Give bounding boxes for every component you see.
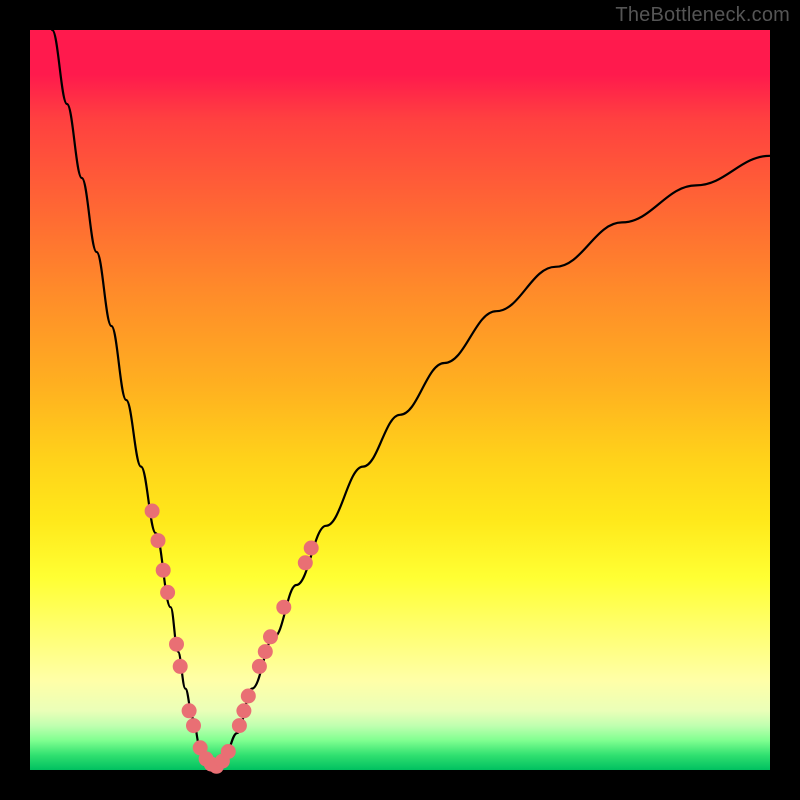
curve-marker xyxy=(160,585,175,600)
curve-marker xyxy=(298,555,313,570)
curve-marker xyxy=(156,563,171,578)
curve-marker xyxy=(145,504,160,519)
bottleneck-curve xyxy=(52,30,770,770)
curve-marker xyxy=(241,689,256,704)
chart-frame: TheBottleneck.com xyxy=(0,0,800,800)
curve-marker xyxy=(182,703,197,718)
watermark-text: TheBottleneck.com xyxy=(615,4,790,27)
curve-marker xyxy=(173,659,188,674)
curve-marker xyxy=(304,541,319,556)
chart-svg xyxy=(30,30,770,770)
curve-marker xyxy=(276,600,291,615)
curve-marker xyxy=(186,718,201,733)
curve-marker xyxy=(169,637,184,652)
curve-marker xyxy=(232,718,247,733)
curve-markers xyxy=(145,504,319,774)
curve-marker xyxy=(258,644,273,659)
curve-marker xyxy=(221,744,236,759)
curve-marker xyxy=(236,703,251,718)
curve-marker xyxy=(263,629,278,644)
curve-marker xyxy=(252,659,267,674)
curve-marker xyxy=(151,533,166,548)
